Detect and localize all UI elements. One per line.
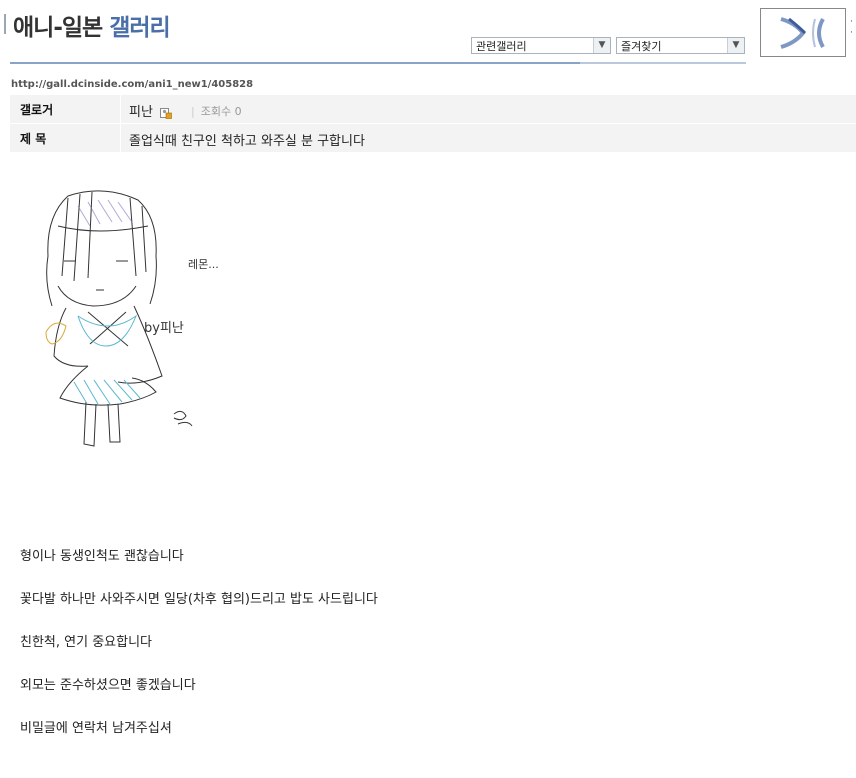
related-gallery-select[interactable]: 관련갤러리 ▼	[471, 37, 611, 54]
post-body-line: 형이나 동생인척도 괜찮습니다	[20, 549, 184, 564]
chevron-down-icon[interactable]: ▼	[727, 38, 744, 53]
post-url[interactable]: http://gall.dcinside.com/ani1_new1/40582…	[11, 79, 253, 90]
side-marker-icon: · ·	[850, 17, 853, 38]
chibi-sketch-icon: 레몬... by피난	[45, 190, 219, 447]
gallery-title-suffix: 갤러리	[109, 15, 170, 41]
view-count-divider: |	[191, 105, 195, 118]
author-name[interactable]: 피난	[129, 105, 153, 120]
chevron-down-icon[interactable]: ▼	[593, 38, 610, 53]
author-label: 갤로거	[20, 103, 54, 117]
header-edge-bar	[4, 14, 6, 34]
drawing-signature: by피난	[144, 321, 184, 336]
user-badge-icon[interactable]	[160, 107, 172, 119]
gallery-title-prefix: 애니-일본	[13, 15, 103, 41]
subject-row: 제 목 졸업식때 친구인 척하고 와주실 분 구합니다	[10, 124, 856, 153]
logo-mark-icon	[780, 17, 825, 49]
view-count-value: 0	[234, 105, 242, 118]
gallery-header: 애니-일본 갤러리 관련갤러리 ▼ 즐겨찾기 ▼ · ·	[0, 0, 856, 80]
post-drawing-image: 레몬... by피난	[28, 186, 219, 456]
post-body-line: 비밀글에 연락처 남겨주십셔	[20, 721, 172, 736]
author-value[interactable]: 피난	[129, 101, 172, 120]
row-separator	[120, 124, 121, 152]
post-body-line: 친한척, 연기 중요합니다	[20, 635, 152, 650]
view-count-label: 조회수	[200, 105, 232, 118]
post-info-table: 갤로거 피난 | 조회수 0 제 목 졸업식때 친구인 척하고 와주실 분 구합니…	[10, 95, 856, 153]
header-divider-highlight	[580, 62, 746, 64]
favorites-select-value: 즐겨찾기	[621, 40, 662, 53]
post-body: 형이나 동생인척도 괜찮습니다 꽃다발 하나만 사와주시면 일당(차후 협의)드…	[20, 548, 378, 763]
row-separator	[120, 95, 121, 123]
subject-label: 제 목	[20, 132, 47, 146]
post-body-line: 꽃다발 하나만 사와주시면 일당(차후 협의)드리고 밥도 사드립니다	[20, 592, 378, 607]
post-body-line: 외모는 준수하셨으면 좋겠습니다	[20, 678, 196, 693]
related-gallery-select-value: 관련갤러리	[476, 40, 527, 53]
view-count: | 조회수 0	[191, 103, 242, 119]
author-row: 갤로거 피난 | 조회수 0	[10, 95, 856, 124]
gallery-logo[interactable]	[760, 8, 846, 57]
favorites-select[interactable]: 즐겨찾기 ▼	[616, 37, 745, 54]
subject-value: 졸업식때 친구인 척하고 와주실 분 구합니다	[129, 134, 365, 149]
drawing-note-lemon: 레몬...	[188, 258, 218, 271]
gallery-title[interactable]: 애니-일본 갤러리	[13, 8, 171, 42]
